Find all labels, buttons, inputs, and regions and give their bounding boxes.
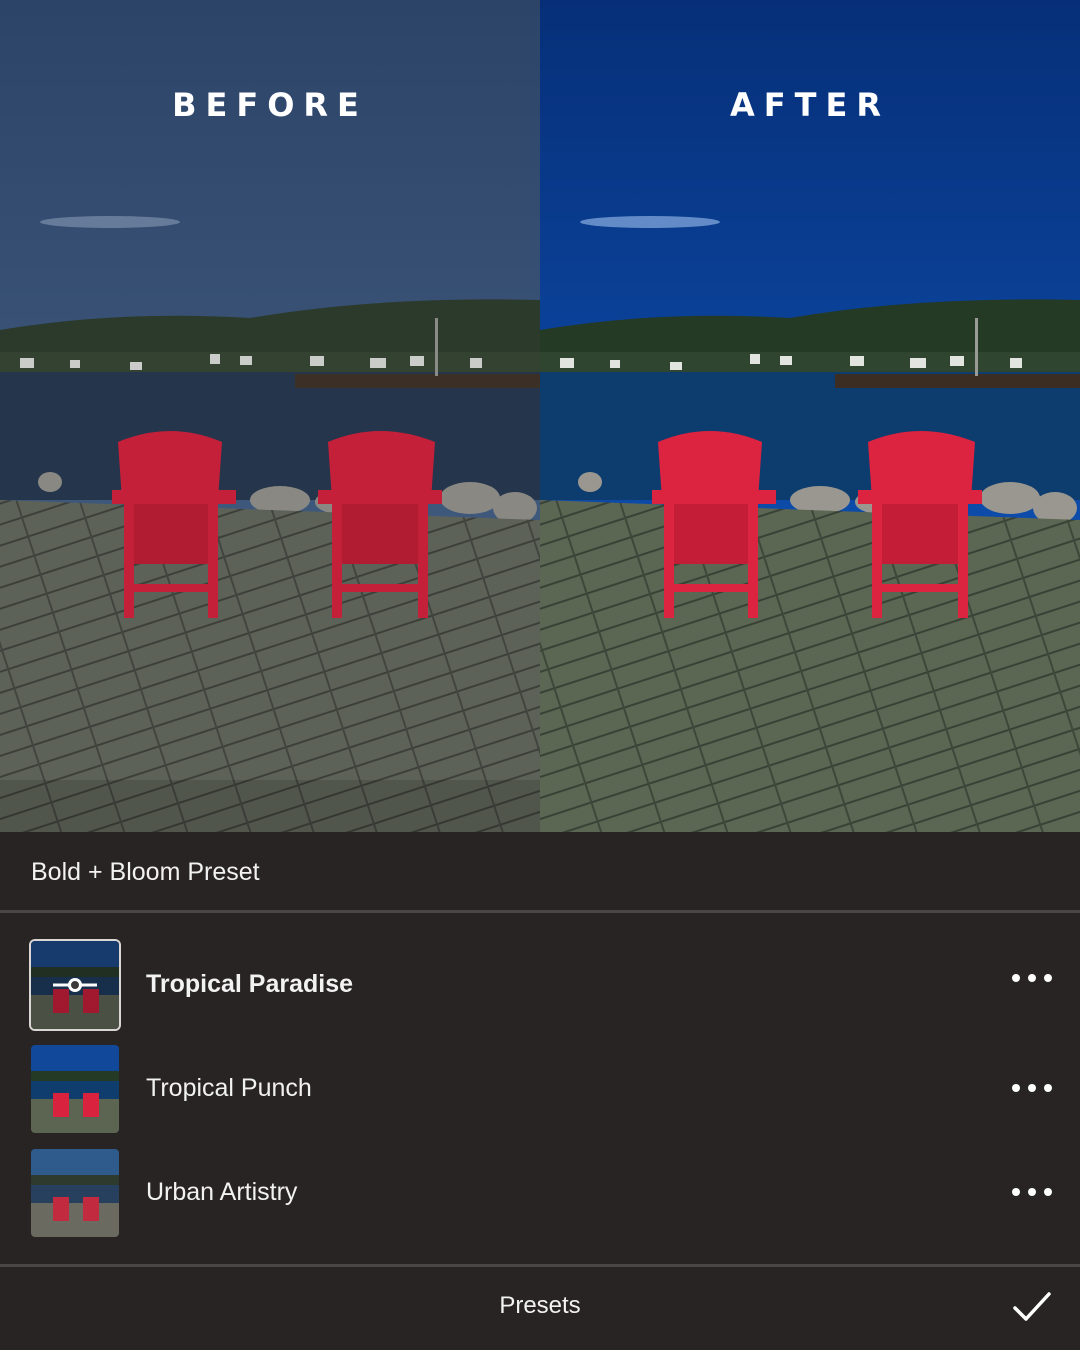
after-photo: AFTER	[540, 0, 1080, 832]
preset-label: Urban Artistry	[146, 1178, 298, 1206]
red-chair	[318, 431, 442, 618]
preset-item-urban-artistry[interactable]: Urban Artistry	[0, 1148, 1080, 1238]
before-label: BEFORE	[172, 86, 368, 124]
preset-thumbnail	[31, 1149, 119, 1237]
checkmark-icon[interactable]	[1012, 1290, 1052, 1324]
preset-label: Tropical Punch	[146, 1074, 312, 1102]
preset-label: Tropical Paradise	[146, 970, 354, 998]
before-after-comparison: BEFORE AFTER	[0, 0, 1080, 832]
more-horizontal-icon[interactable]	[1012, 1182, 1052, 1202]
divider	[0, 910, 1080, 913]
more-horizontal-icon[interactable]	[1012, 1078, 1052, 1098]
more-horizontal-icon[interactable]	[1012, 968, 1052, 988]
preset-thumbnail	[31, 1045, 119, 1133]
bottom-bar-title: Presets	[499, 1292, 581, 1319]
red-chair	[112, 431, 236, 618]
adjust-slider-icon	[53, 977, 97, 993]
before-photo: BEFORE	[0, 0, 540, 832]
preset-item-tropical-punch[interactable]: Tropical Punch	[0, 1044, 1080, 1134]
after-label: AFTER	[730, 86, 890, 124]
divider	[0, 1264, 1080, 1267]
preset-group-title: Bold + Bloom Preset	[31, 858, 260, 886]
preset-thumbnail	[31, 941, 119, 1029]
preset-item-tropical-paradise[interactable]: Tropical Paradise	[0, 940, 1080, 1030]
red-chair	[858, 431, 982, 618]
red-chair	[652, 431, 776, 618]
